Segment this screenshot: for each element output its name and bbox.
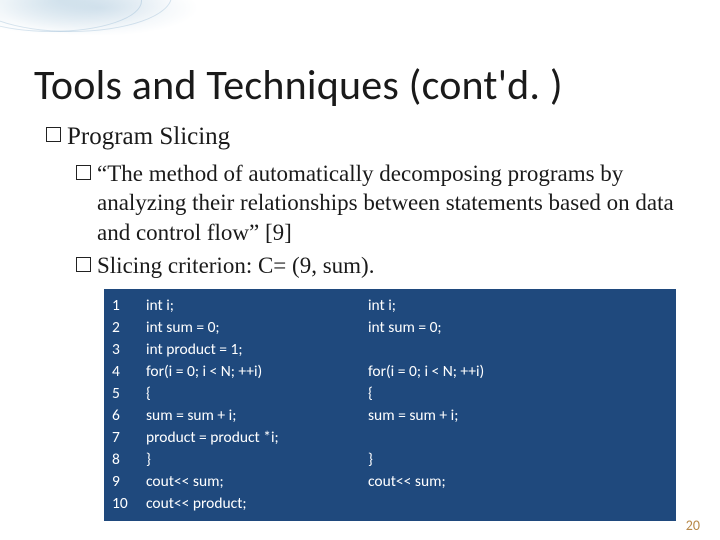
code-original: int i; int sum = 0; int product = 1; for…: [146, 295, 368, 515]
bullet-sub-criterion-text: Slicing criterion: C= (9, sum).: [97, 251, 374, 280]
line-numbers: 1 2 3 4 5 6 7 8 9 10: [112, 295, 146, 515]
bullet-sub-criterion: Slicing criterion: C= (9, sum).: [46, 251, 674, 280]
slide: Tools and Techniques (cont'd. ) Program …: [0, 0, 720, 540]
code-sliced: int i; int sum = 0; for(i = 0; i < N; ++…: [368, 295, 668, 515]
slide-content: Program Slicing “The method of automatic…: [0, 121, 720, 521]
page-number: 20: [686, 517, 700, 534]
square-bullet-icon: [76, 257, 91, 272]
bullet-sub-quote-text: “The method of automatically decomposing…: [97, 159, 674, 247]
bullet-main-text: Program Slicing: [67, 121, 230, 153]
slide-title: Tools and Techniques (cont'd. ): [0, 0, 720, 117]
code-block: 1 2 3 4 5 6 7 8 9 10 int i; int sum = 0;…: [104, 289, 676, 521]
bullet-sub-quote: “The method of automatically decomposing…: [46, 159, 674, 247]
bullet-main: Program Slicing: [46, 121, 674, 153]
square-bullet-icon: [46, 127, 61, 142]
square-bullet-icon: [76, 165, 91, 180]
